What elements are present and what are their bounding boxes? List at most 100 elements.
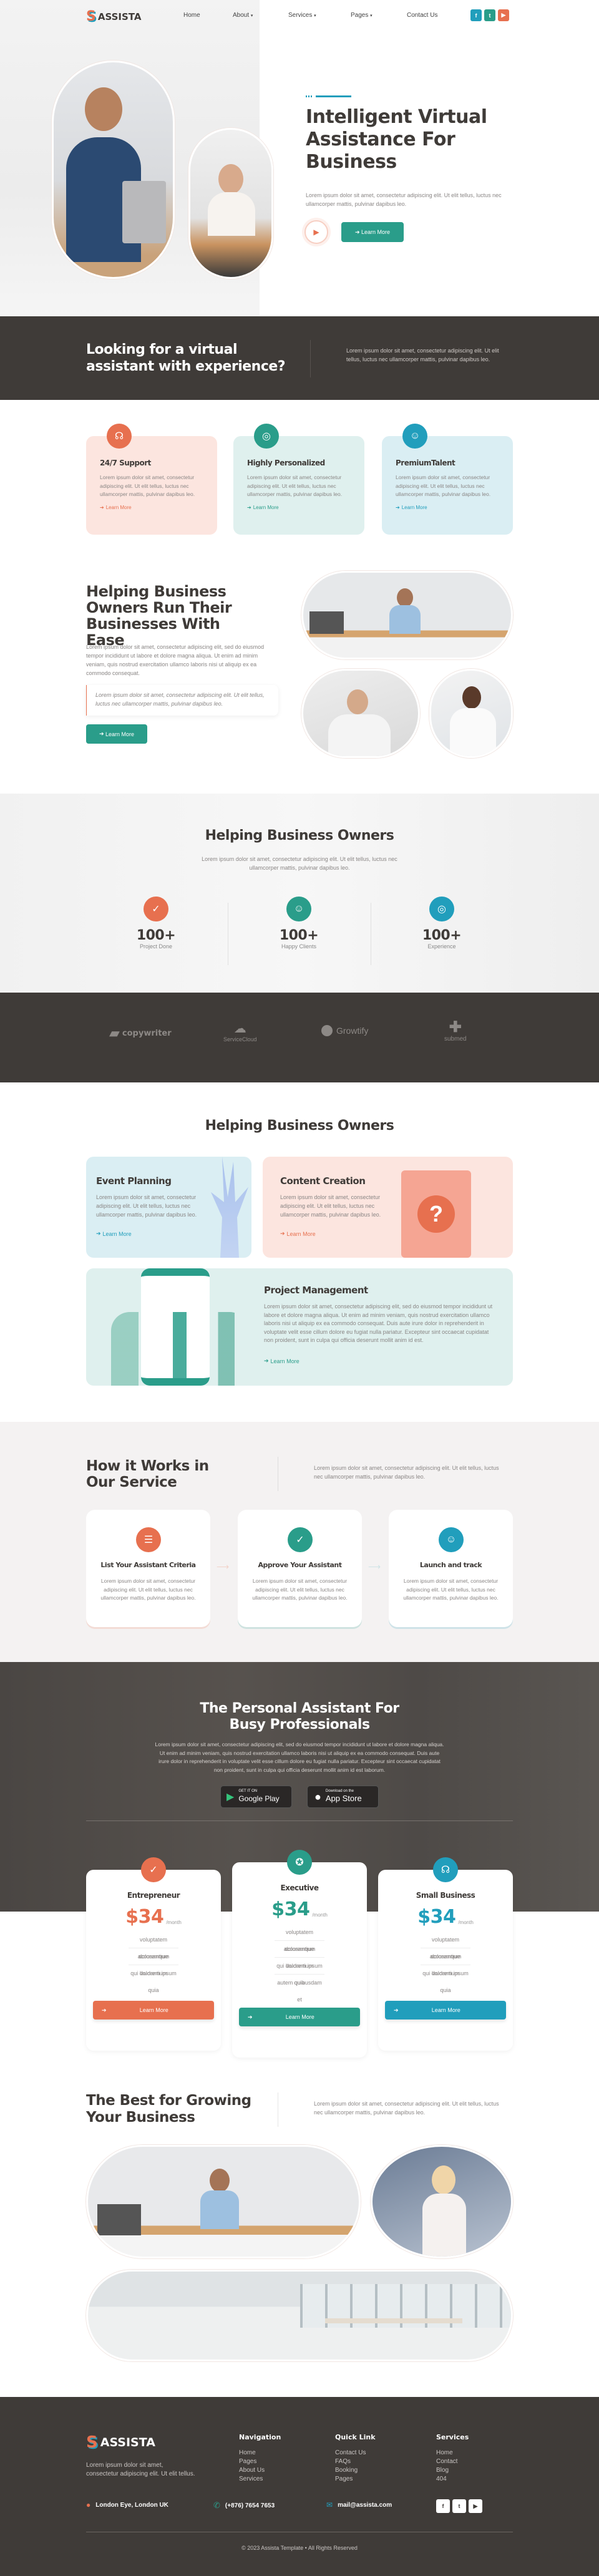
plan-feature: qui dolorem ipsum quia <box>130 1970 177 1993</box>
footer-column: Navigation Home Pages About Us Services <box>239 2433 281 2484</box>
plan-period: /month <box>312 1912 328 1918</box>
footer-phone[interactable]: ✆ (+876) 7654 7653 <box>213 2501 275 2510</box>
checklist-icon: ☰ <box>136 1527 161 1552</box>
target-icon: ◎ <box>254 424 279 449</box>
pricing-card: ☊ Small Business $34/month voluptatem ac… <box>378 1857 513 2051</box>
logo[interactable]: S ASSISTA <box>86 9 141 24</box>
service-title: Content Creation <box>280 1175 366 1187</box>
plan-learn-more-button[interactable]: ➔ Learn More <box>239 2008 360 2026</box>
about-quote: Lorem ipsum dolor sit amet, consectetur … <box>86 685 278 716</box>
arrow-right-icon: ➔ <box>354 228 361 235</box>
headset-icon: ☊ <box>433 1857 458 1882</box>
plan-feature: autem quibusdam et <box>277 1980 322 2003</box>
step-title: List Your Assistant Criteria <box>100 1561 196 1569</box>
footer-link[interactable]: Contact <box>436 2457 469 2466</box>
about-photo-desk <box>301 571 513 659</box>
stat-value: 100+ <box>422 928 462 943</box>
copyright: © 2023 Assista Template • All Rights Res… <box>241 2545 358 2551</box>
plan-price: $34 <box>417 1906 456 1928</box>
growth-text: Lorem ipsum dolor sit amet, consectetur … <box>314 2101 499 2116</box>
arrow-right-icon: ➔ <box>264 1358 269 1364</box>
footer-link[interactable]: Home <box>436 2449 469 2457</box>
check-badge-icon: ✓ <box>144 897 168 921</box>
twitter-icon[interactable]: t <box>484 9 495 21</box>
button-label: Learn More <box>105 731 135 737</box>
arrow-right-icon: ⟶ <box>368 1562 381 1572</box>
nav-contact[interactable]: Contact Us <box>407 12 437 19</box>
award-icon: ✪ <box>287 1850 312 1875</box>
footer-link[interactable]: 404 <box>436 2475 469 2484</box>
footer-link[interactable]: Booking <box>335 2466 376 2475</box>
nav-services[interactable]: Services ▾ <box>288 12 316 19</box>
arrow-right-icon: ➔ <box>247 505 251 510</box>
learn-more-link[interactable]: ➔ Learn More <box>96 1230 132 1237</box>
arrow-right-icon: ➔ <box>396 505 400 510</box>
nav-pages[interactable]: Pages ▾ <box>351 12 373 19</box>
nav-label: Pages <box>351 12 369 19</box>
logo-copywriter: ▰ copywriter <box>109 1025 172 1041</box>
arrow-right-icon: ➔ <box>99 731 105 737</box>
about-learn-more-button[interactable]: ➔ Learn More <box>86 724 147 744</box>
facebook-icon[interactable]: f <box>436 2499 450 2513</box>
badge-small-text: GET IT ON <box>238 1789 258 1793</box>
footer-link[interactable]: FAQs <box>335 2457 376 2466</box>
nav-about[interactable]: About ▾ <box>233 12 253 19</box>
medical-cross-icon: ✚ <box>449 1019 462 1036</box>
footer-link[interactable]: Blog <box>436 2466 469 2475</box>
arrow-right-icon: ➔ <box>280 1230 285 1237</box>
plan-learn-more-button[interactable]: ➔ Learn More <box>385 2001 506 2019</box>
feature-card: Highly Personalized Lorem ipsum dolor si… <box>233 436 364 535</box>
nav-home[interactable]: Home <box>183 12 200 19</box>
learn-more-link[interactable]: ➔ Learn More <box>264 1358 300 1364</box>
step-title: Approve Your Assistant <box>258 1561 343 1569</box>
twitter-icon[interactable]: t <box>452 2499 466 2513</box>
step-card: ☺ Launch and track Lorem ipsum dolor sit… <box>389 1510 513 1627</box>
badge-text: Google Play <box>238 1794 280 1803</box>
footer-address: ● London Eye, London UK <box>86 2501 168 2509</box>
facebook-icon[interactable]: f <box>470 9 482 21</box>
service-title: Event Planning <box>96 1175 172 1187</box>
service-text: Lorem ipsum dolor sit amet, consectetur … <box>280 1194 381 1218</box>
footer-link[interactable]: Home <box>239 2449 281 2457</box>
hero-learn-more-button[interactable]: ➔ Learn More <box>341 222 404 242</box>
learn-more-link[interactable]: ➔ Learn More <box>280 1230 316 1237</box>
footer: S ASSISTA Lorem ipsum dolor sit amet, co… <box>0 2397 599 2576</box>
stat-label: Project Done <box>139 943 173 950</box>
app-store-badge[interactable]: ● Download on the App Store <box>307 1786 379 1808</box>
footer-link[interactable]: Pages <box>239 2457 281 2466</box>
mail-icon: ✉ <box>326 2501 333 2509</box>
leaf-icon <box>321 1025 333 1036</box>
stat-item: ☺ 100+ Happy Clients <box>261 897 336 950</box>
youtube-icon[interactable]: ▶ <box>469 2499 482 2513</box>
learn-more-link[interactable]: ➔ Learn More <box>100 505 132 510</box>
footer-link[interactable]: Services <box>239 2475 281 2484</box>
learn-more-link[interactable]: ➔ Learn More <box>247 505 279 510</box>
plan-learn-more-button[interactable]: ➔ Learn More <box>93 2001 214 2019</box>
footer-email[interactable]: ✉ mail@assista.com <box>326 2501 392 2509</box>
play-video-button[interactable]: ▶ <box>304 220 328 244</box>
learn-more-link[interactable]: ➔ Learn More <box>396 505 427 510</box>
service-card-content-creation: Content Creation Lorem ipsum dolor sit a… <box>263 1157 513 1258</box>
how-it-works-section: How it Works in Our Service Lorem ipsum … <box>0 1422 599 1662</box>
check-circle-icon: ✓ <box>288 1527 313 1552</box>
footer-logo[interactable]: S ASSISTA <box>86 2433 155 2452</box>
headset-icon: ☊ <box>107 424 132 449</box>
arrow-right-icon: ➔ <box>248 2013 253 2020</box>
cloud-icon: ☁ <box>233 1022 246 1036</box>
plan-feature: qui dolorem ipsum quia <box>422 1970 469 1993</box>
youtube-icon[interactable]: ▶ <box>498 9 509 21</box>
button-label: Learn More <box>285 2014 314 2020</box>
footer-link[interactable]: Pages <box>335 2475 376 2484</box>
google-play-badge[interactable]: ▶ GET IT ON Google Play <box>220 1786 292 1808</box>
button-label: Learn More <box>431 2007 460 2013</box>
footer-column: Services Home Contact Blog 404 <box>436 2433 469 2484</box>
footer-link[interactable]: About Us <box>239 2466 281 2475</box>
band-text: Lorem ipsum dolor sit amet, consectetur … <box>346 348 499 362</box>
plan-price: $34 <box>271 1898 310 1920</box>
stat-value: 100+ <box>136 928 176 943</box>
footer-link[interactable]: Contact Us <box>335 2449 376 2457</box>
stat-label: Happy Clients <box>281 943 317 950</box>
logo-submed: ✚ submed <box>444 1019 467 1043</box>
plan-feature: voluptatem accusantium <box>129 1932 178 1960</box>
hero-photo-man <box>52 61 175 279</box>
